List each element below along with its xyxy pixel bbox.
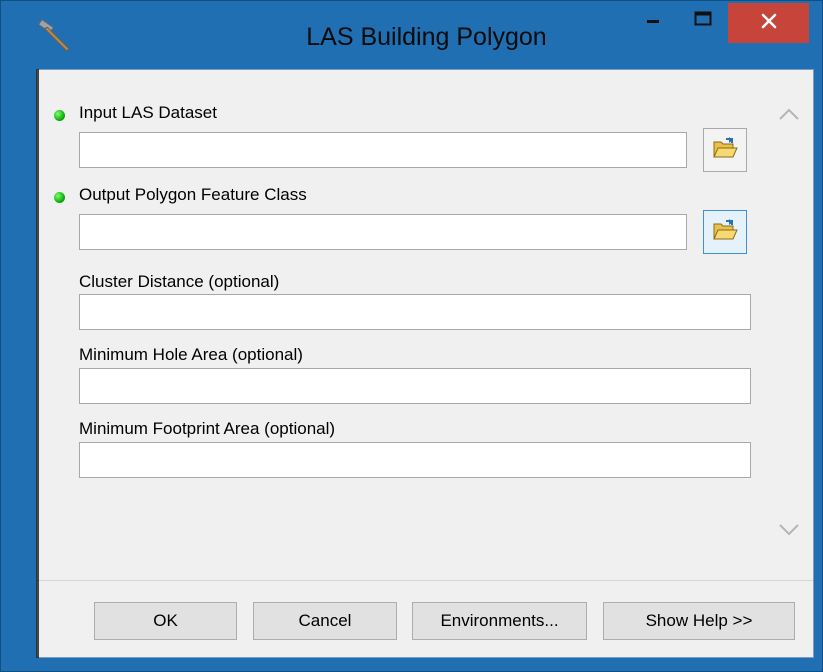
browse-button-output-polygon-feature-class[interactable] bbox=[703, 210, 747, 254]
scroll-down-button[interactable] bbox=[775, 518, 803, 546]
param-label-minimum-footprint-area: Minimum Footprint Area (optional) bbox=[79, 419, 336, 438]
minimum-footprint-area-field[interactable] bbox=[79, 442, 751, 478]
param-label-minimum-hole-area: Minimum Hole Area (optional) bbox=[79, 345, 303, 364]
required-indicator-icon bbox=[54, 192, 65, 203]
chevron-up-icon bbox=[778, 107, 800, 126]
required-indicator-icon bbox=[54, 110, 65, 121]
param-label-output-polygon-feature-class: Output Polygon Feature Class bbox=[79, 185, 307, 204]
footer-divider bbox=[37, 580, 813, 581]
show-help-button[interactable]: Show Help >> bbox=[603, 602, 795, 640]
browse-button-input-las-dataset[interactable] bbox=[703, 128, 747, 172]
ok-button[interactable]: OK bbox=[94, 602, 237, 640]
close-icon bbox=[761, 13, 777, 34]
parameter-panel: Input LAS Dataset Output Polygon Feature… bbox=[39, 72, 807, 578]
folder-open-icon bbox=[712, 218, 738, 247]
output-polygon-feature-class-field[interactable] bbox=[79, 214, 687, 250]
minimum-hole-area-field[interactable] bbox=[79, 368, 751, 404]
minimize-button[interactable] bbox=[631, 1, 675, 41]
param-label-input-las-dataset: Input LAS Dataset bbox=[79, 103, 217, 122]
maximize-icon bbox=[694, 11, 712, 32]
environments-button[interactable]: Environments... bbox=[412, 602, 587, 640]
close-button[interactable] bbox=[728, 3, 809, 43]
dialog-window: LAS Building Polygon Input LAS Dataset O… bbox=[0, 0, 823, 672]
maximize-button[interactable] bbox=[681, 1, 725, 41]
title-bar[interactable]: LAS Building Polygon bbox=[1, 1, 822, 69]
folder-open-icon bbox=[712, 136, 738, 165]
input-las-dataset-field[interactable] bbox=[79, 132, 687, 168]
chevron-down-icon bbox=[778, 523, 800, 542]
cancel-button[interactable]: Cancel bbox=[253, 602, 397, 640]
minimize-icon bbox=[646, 12, 660, 31]
param-label-cluster-distance: Cluster Distance (optional) bbox=[79, 272, 280, 291]
panel-left-edge bbox=[36, 69, 39, 658]
dialog-body: Input LAS Dataset Output Polygon Feature… bbox=[36, 69, 814, 658]
cluster-distance-field[interactable] bbox=[79, 294, 751, 330]
scroll-up-button[interactable] bbox=[775, 102, 803, 130]
